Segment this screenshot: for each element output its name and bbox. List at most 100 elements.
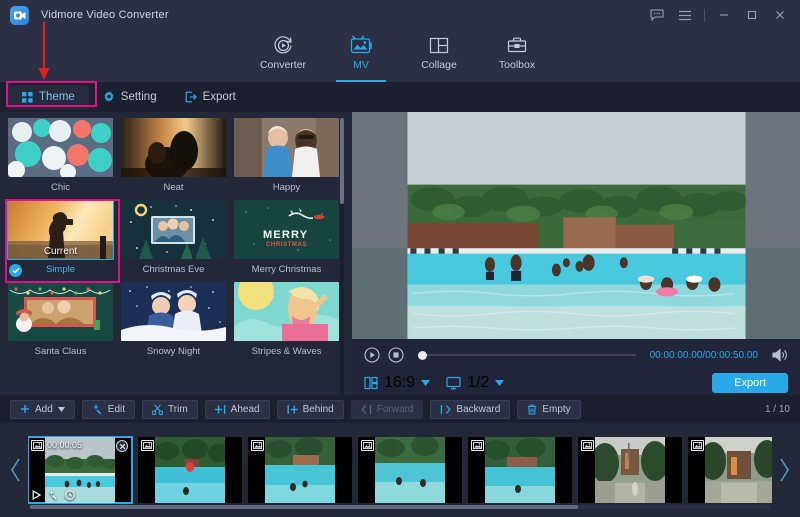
- theme-thumbnail: Current: [8, 200, 113, 259]
- mv-icon: [350, 34, 373, 56]
- video-preview[interactable]: [352, 112, 800, 339]
- image-icon: [251, 440, 264, 451]
- screen-icon[interactable]: [446, 376, 461, 390]
- chevron-down-icon[interactable]: [58, 407, 65, 412]
- wand-icon: [92, 404, 103, 415]
- timeline-prev-button[interactable]: [4, 457, 28, 483]
- image-icon: [471, 440, 484, 451]
- tab-theme[interactable]: Theme: [8, 85, 89, 109]
- theme-item-merry-christmas[interactable]: MERRY CHRISTMAS Merry Christmas: [234, 200, 339, 276]
- theme-scrollbar-thumb[interactable]: [340, 118, 344, 204]
- image-icon: [141, 440, 154, 451]
- theme-item-simple[interactable]: Current Simple: [8, 200, 113, 276]
- empty-button-label: Empty: [542, 404, 570, 415]
- stop-square-icon[interactable]: [388, 347, 404, 363]
- ahead-button[interactable]: Ahead: [205, 400, 270, 419]
- timeline-clip[interactable]: [688, 437, 772, 503]
- timeline-clip[interactable]: [358, 437, 462, 503]
- theme-thumbnail: [8, 118, 113, 177]
- image-icon: [581, 440, 594, 451]
- title-bar: Vidmore Video Converter: [0, 0, 800, 30]
- volume-icon[interactable]: [772, 348, 788, 362]
- add-button-label: Add: [35, 404, 53, 415]
- minimize-icon[interactable]: [710, 1, 738, 29]
- close-icon[interactable]: [766, 1, 794, 29]
- plus-icon: [20, 404, 30, 414]
- toolbar-divider: [704, 9, 705, 22]
- tab-export[interactable]: Export: [171, 85, 250, 109]
- theme-thumbnail: [121, 118, 226, 177]
- forward-button[interactable]: Forward: [351, 400, 424, 419]
- theme-label: Neat: [121, 181, 226, 194]
- aspect-ratio-icon[interactable]: [364, 376, 378, 390]
- screen-split-value: 1/2: [467, 374, 489, 392]
- theme-label: Christmas Eve: [121, 263, 226, 276]
- timeline-scrollbar-thumb[interactable]: [30, 505, 578, 509]
- edit-button[interactable]: Edit: [82, 400, 135, 419]
- sub-tab-bar: Theme Setting Export: [0, 82, 800, 112]
- tab-setting[interactable]: Setting: [89, 85, 171, 109]
- theme-label: Snowy Night: [121, 345, 226, 358]
- nav-tab-toolbox[interactable]: Toolbox: [478, 30, 556, 82]
- clip-thumbnail: [705, 437, 772, 503]
- play-circle-icon[interactable]: [364, 347, 380, 363]
- chevron-down-icon[interactable]: [421, 379, 430, 388]
- chevron-down-icon[interactable]: [495, 379, 504, 388]
- add-button[interactable]: Add: [10, 400, 75, 419]
- clip-clock-icon[interactable]: [65, 490, 75, 500]
- maximize-icon[interactable]: [738, 1, 766, 29]
- theme-scrollbar[interactable]: [340, 118, 344, 395]
- progress-slider[interactable]: [418, 354, 636, 356]
- nav-tab-collage-label: Collage: [421, 59, 457, 71]
- collage-icon: [429, 34, 449, 56]
- theme-item-santa-claus[interactable]: Santa Claus: [8, 282, 113, 358]
- export-button[interactable]: Export: [712, 373, 788, 393]
- theme-item-snowy-night[interactable]: Snowy Night: [121, 282, 226, 358]
- image-icon: [31, 440, 44, 451]
- nav-tab-converter[interactable]: Converter: [244, 30, 322, 82]
- theme-grid: Chic: [8, 118, 352, 358]
- behind-button-label: Behind: [303, 404, 334, 415]
- svg-text:MERRY: MERRY: [263, 229, 308, 241]
- timeline-clip[interactable]: [468, 437, 572, 503]
- clip-play-icon[interactable]: [32, 490, 41, 500]
- player-controls: 00:00:00.00/00:00:50.00: [352, 339, 800, 395]
- feedback-icon[interactable]: [643, 1, 671, 29]
- aspect-ratio-value: 16:9: [384, 374, 415, 392]
- nav-tab-mv[interactable]: MV: [322, 30, 400, 82]
- theme-thumbnail: MERRY CHRISTMAS: [234, 200, 339, 259]
- theme-item-chic[interactable]: Chic: [8, 118, 113, 194]
- behind-button[interactable]: Behind: [277, 400, 344, 419]
- theme-item-neat[interactable]: Neat: [121, 118, 226, 194]
- theme-item-happy[interactable]: Happy: [234, 118, 339, 194]
- theme-panel: Chic: [0, 112, 352, 395]
- timeline-strip: 00:00:05: [0, 423, 800, 517]
- timeline-clip[interactable]: [578, 437, 682, 503]
- theme-item-stripes-waves[interactable]: Stripes & Waves: [234, 282, 339, 358]
- empty-button[interactable]: Empty: [517, 400, 580, 419]
- backward-button[interactable]: Backward: [430, 400, 510, 419]
- clip-thumbnail: [375, 437, 445, 503]
- timeline-clip[interactable]: 00:00:05: [28, 437, 132, 503]
- clip-wand-icon[interactable]: [48, 490, 58, 500]
- timecode-display: 00:00:00.00/00:00:50.00: [650, 350, 758, 361]
- theme-label: Simple: [8, 263, 113, 276]
- timeline-next-button[interactable]: [772, 457, 796, 483]
- progress-knob[interactable]: [418, 351, 427, 360]
- nav-tab-converter-label: Converter: [260, 59, 306, 71]
- timeline-scrollbar[interactable]: [30, 505, 770, 509]
- clip-remove-icon[interactable]: [116, 440, 128, 452]
- gear-icon: [103, 91, 115, 103]
- theme-label: Santa Claus: [8, 345, 113, 358]
- trim-button[interactable]: Trim: [142, 400, 198, 419]
- menu-icon[interactable]: [671, 1, 699, 29]
- clip-thumbnail: [485, 437, 555, 503]
- move-backward-icon: [440, 404, 451, 415]
- image-icon: [691, 440, 704, 451]
- app-logo-icon: [10, 6, 29, 25]
- theme-item-christmas-eve[interactable]: Christmas Eve: [121, 200, 226, 276]
- timeline-clip[interactable]: [248, 437, 352, 503]
- nav-tab-collage[interactable]: Collage: [400, 30, 478, 82]
- clip-list: 00:00:05: [28, 435, 772, 505]
- timeline-clip[interactable]: [138, 437, 242, 503]
